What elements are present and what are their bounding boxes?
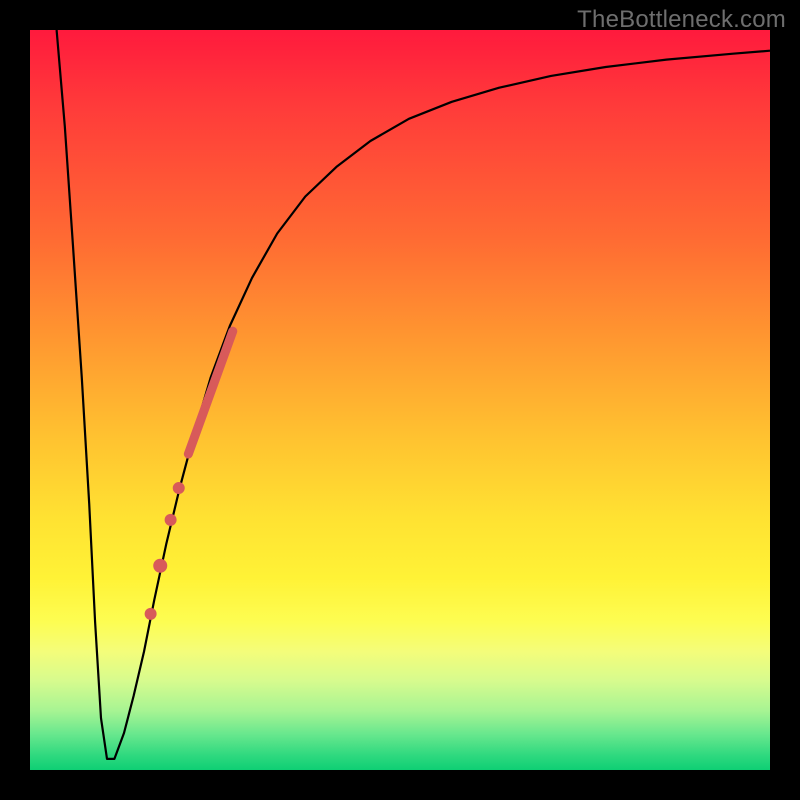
- watermark-text: TheBottleneck.com: [577, 6, 786, 34]
- bottleneck-curve: [57, 30, 770, 759]
- dot-4: [145, 608, 157, 620]
- chart-frame: TheBottleneck.com: [0, 0, 800, 800]
- chart-markers: [145, 331, 233, 620]
- dot-3: [153, 559, 167, 573]
- dot-1: [173, 482, 185, 494]
- segment-a: [188, 331, 232, 454]
- chart-plot-area: [30, 30, 770, 770]
- chart-svg: [30, 30, 770, 770]
- dot-2: [165, 514, 177, 526]
